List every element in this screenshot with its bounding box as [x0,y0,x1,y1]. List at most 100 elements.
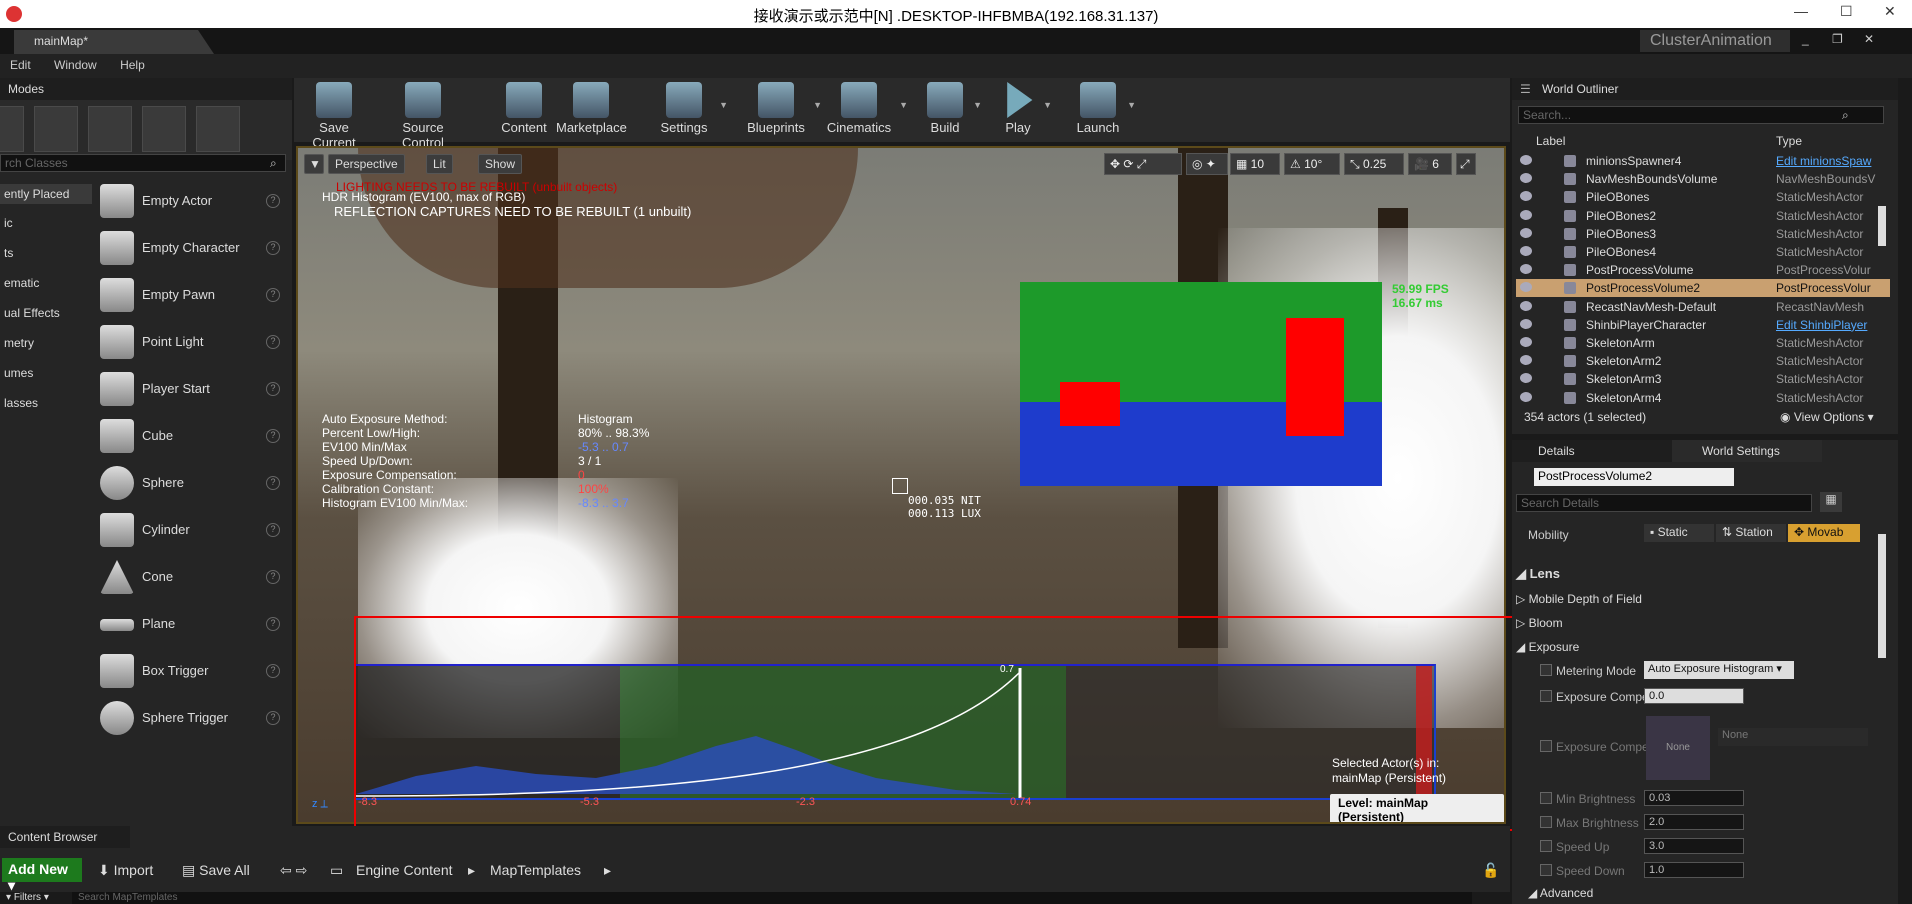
chevron-down-icon[interactable]: ▼ [719,100,728,110]
path-map-templates[interactable]: MapTemplates [490,862,581,878]
camera-speed[interactable]: 🎥 6 [1408,153,1452,175]
menu-edit[interactable]: Edit [0,54,41,72]
outliner-row[interactable]: ShinbiPlayerCharacter Edit ShinbiPlayer [1516,316,1890,334]
help-icon[interactable]: ? [266,288,280,302]
curve-asset-dropdown[interactable]: None [1718,728,1868,746]
chevron-down-icon[interactable]: ▼ [813,100,822,110]
eye-icon[interactable] [1520,355,1532,366]
max-brightness-field[interactable]: 2.0 [1644,814,1744,830]
actor-name-field[interactable]: PostProcessVolume2 [1534,468,1734,486]
show-button[interactable]: Show [478,154,523,174]
metering-mode-dropdown[interactable]: Auto Exposure Histogram ▾ [1644,661,1794,679]
col-type-header[interactable]: Type [1776,134,1802,148]
speed-up-checkbox[interactable] [1540,840,1552,852]
map-tab[interactable]: mainMap* [14,30,214,54]
outliner-row[interactable]: SkeletonArm2 StaticMeshActor [1516,352,1890,370]
search-classes-input[interactable]: rch Classes [0,154,286,172]
place-item[interactable]: Plane? [96,603,286,647]
details-tab[interactable]: Details [1512,440,1672,462]
outliner-row[interactable]: SkeletonArm3 StaticMeshActor [1516,370,1890,388]
import-button[interactable]: ⬇ Import [98,862,153,879]
maximize-viewport-icon[interactable]: ⤢ [1456,153,1476,175]
rotation-snap[interactable]: ⚠ 10° [1284,153,1340,175]
category-lights[interactable]: ts [0,246,92,260]
actor-type[interactable]: Edit ShinbiPlayer [1776,318,1867,332]
eye-icon[interactable] [1520,173,1532,184]
minimize-icon[interactable]: — [1794,3,1808,19]
help-icon[interactable]: ? [266,711,280,725]
exposure-curve-checkbox[interactable] [1540,740,1552,752]
back-forward-icon[interactable]: ⇦ ⇨ [280,862,307,879]
mobility-static[interactable]: ▪ Static [1644,524,1714,542]
transform-tools[interactable]: ✥ ⟳ ⤢ [1104,153,1182,175]
outliner-row[interactable]: RecastNavMesh-Default RecastNavMesh [1516,298,1890,316]
menu-help[interactable]: Help [110,54,155,72]
outliner-row[interactable]: PostProcessVolume2 PostProcessVolur [1516,279,1890,298]
eye-icon[interactable] [1520,227,1532,238]
details-scrollbar[interactable] [1878,534,1886,658]
launch-button[interactable]: Launch ▼ [1074,78,1136,142]
mobility-stationary[interactable]: ⇅ Station [1716,524,1786,542]
speed-up-field[interactable]: 3.0 [1644,838,1744,854]
eye-icon[interactable] [1520,337,1532,347]
metering-mode-checkbox[interactable] [1540,664,1552,676]
speed-down-field[interactable]: 1.0 [1644,862,1744,878]
max-brightness-checkbox[interactable] [1540,816,1552,828]
help-icon[interactable]: ? [266,429,280,443]
curve-thumbnail[interactable]: None [1646,716,1710,780]
details-search-input[interactable]: Search Details [1516,494,1812,512]
actor-type[interactable]: Edit minionsSpaw [1776,154,1871,168]
play-button[interactable]: Play ▼ [998,78,1052,142]
blueprints-button[interactable]: Blueprints ▼ [744,78,822,142]
place-item[interactable]: Empty Pawn? [96,274,286,318]
exposure-comp-field[interactable]: 0.0 [1644,688,1744,704]
landscape-mode-icon[interactable] [88,106,132,152]
save-all-button[interactable]: ▤ Save All [182,862,250,879]
lock-icon[interactable]: 🔓 [1482,862,1499,879]
save-current-button[interactable]: Save Current [298,78,370,150]
settings-button[interactable]: Settings ▼ [654,78,728,142]
help-icon[interactable]: ? [266,523,280,537]
close-icon[interactable]: ✕ [1884,3,1896,20]
help-icon[interactable]: ? [266,570,280,584]
place-item[interactable]: Point Light? [96,321,286,365]
chevron-down-icon[interactable]: ▼ [899,100,908,110]
cinematics-button[interactable]: Cinematics ▼ [824,78,908,142]
mobile-dof-section[interactable]: ▷ Mobile Depth of Field [1516,592,1642,606]
advanced-section[interactable]: ◢ Advanced [1528,886,1593,900]
outliner-row[interactable]: PileOBones StaticMeshActor [1516,188,1890,206]
viewport-options-button[interactable]: ▼ [304,154,324,174]
grid-snap[interactable]: ▦ 10 [1230,153,1280,175]
category-all-classes[interactable]: lasses [0,396,92,410]
place-mode-icon[interactable] [0,106,24,152]
help-icon[interactable]: ? [266,382,280,396]
chevron-down-icon[interactable]: ▼ [1043,100,1052,110]
maximize-icon[interactable]: ☐ [1840,3,1853,20]
outliner-row[interactable]: PileOBones3 StaticMeshActor [1516,225,1890,243]
help-icon[interactable]: ? [266,664,280,678]
min-brightness-checkbox[interactable] [1540,792,1552,804]
eye-icon[interactable] [1520,373,1532,384]
place-item[interactable]: Player Start? [96,368,286,412]
world-settings-tab[interactable]: World Settings [1672,440,1822,462]
lens-section[interactable]: ◢ Lens [1516,566,1560,582]
help-icon[interactable]: ? [266,476,280,490]
perspective-button[interactable]: Perspective [328,154,405,174]
geometry-mode-icon[interactable] [196,106,240,152]
outliner-row[interactable]: minionsSpawner4 Edit minionsSpaw [1516,152,1890,170]
place-item[interactable]: Empty Character? [96,227,286,271]
search-icon[interactable]: ⌕ [1842,108,1849,123]
outliner-row[interactable]: NavMeshBoundsVolume NavMeshBoundsV [1516,170,1890,188]
category-basic[interactable]: ic [0,216,92,230]
eye-icon[interactable] [1520,191,1532,202]
min-brightness-field[interactable]: 0.03 [1644,790,1744,806]
folder-icon[interactable]: ▭ [330,862,343,879]
outliner-row[interactable]: SkeletonArm4 StaticMeshActor [1516,389,1890,407]
build-button[interactable]: Build ▼ [922,78,982,142]
help-icon[interactable]: ? [266,241,280,255]
eye-icon[interactable] [1520,318,1532,329]
exposure-comp-checkbox[interactable] [1540,690,1552,702]
content-button[interactable]: Content [500,78,548,142]
outliner-scrollbar[interactable] [1878,206,1886,246]
help-icon[interactable]: ? [266,335,280,349]
